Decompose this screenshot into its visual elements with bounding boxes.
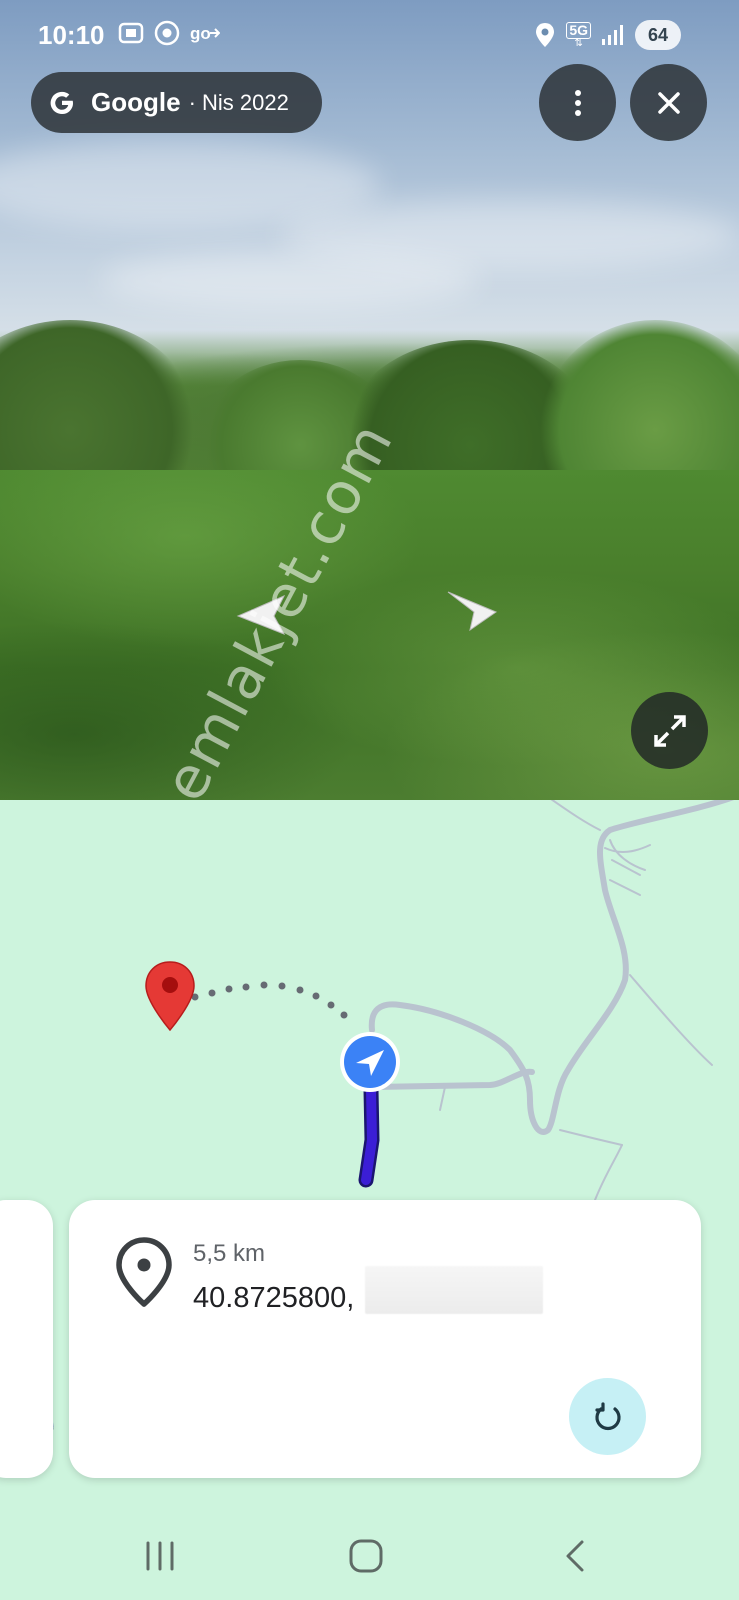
previous-location-card[interactable] [0,1200,53,1478]
recent-apps-button[interactable] [140,1536,180,1576]
destination-pin-icon[interactable] [144,960,196,1032]
location-pin-outline-icon [116,1237,172,1307]
signal-icon [602,25,623,45]
grass-field [0,470,739,800]
status-time: 10:10 [38,20,105,50]
more-options-button[interactable] [539,64,616,141]
google-g-icon [50,91,73,114]
provider-label: Google [91,87,181,117]
refresh-button[interactable] [569,1378,646,1455]
status-bar: 10:10 go 5G ⇅ 64 [0,0,739,70]
location-card[interactable]: 5,5 km 40.8725800, [69,1200,701,1478]
expand-icon [653,714,686,747]
recent-apps-icon [146,1541,174,1571]
imagery-info-chip[interactable]: Google · Nis 2022 [31,72,322,133]
imagery-date: · Nis 2022 [188,89,289,115]
more-vertical-icon [574,89,581,116]
notification-icons: go [118,20,220,46]
home-button[interactable] [346,1536,386,1576]
screenshot-icon [118,22,144,44]
distance-label: 5,5 km [193,1240,266,1267]
cloud [100,250,480,310]
nav-arrow-right-icon[interactable] [446,590,498,632]
close-button[interactable] [630,64,707,141]
network-type: 5G [566,21,591,39]
refresh-icon [594,1401,621,1430]
redacted-coordinate [365,1266,543,1314]
back-button[interactable] [555,1536,595,1576]
coordinates-label[interactable]: 40.8725800, [193,1282,354,1315]
expand-button[interactable] [631,692,708,769]
chrome-icon [154,20,180,46]
nav-arrow-left-icon[interactable] [236,594,286,636]
location-icon [536,23,555,47]
system-navigation-bar [0,1502,739,1600]
battery-indicator: 64 [635,20,681,50]
my-location-icon[interactable] [338,1030,402,1094]
svg-text:go: go [190,24,211,43]
back-icon [566,1540,584,1572]
go-app-icon: go [190,24,220,43]
close-icon [657,91,680,114]
home-icon [349,1539,383,1573]
network-5g-indicator: 5G ⇅ [566,21,591,49]
system-icons: 5G ⇅ 64 [534,20,681,50]
